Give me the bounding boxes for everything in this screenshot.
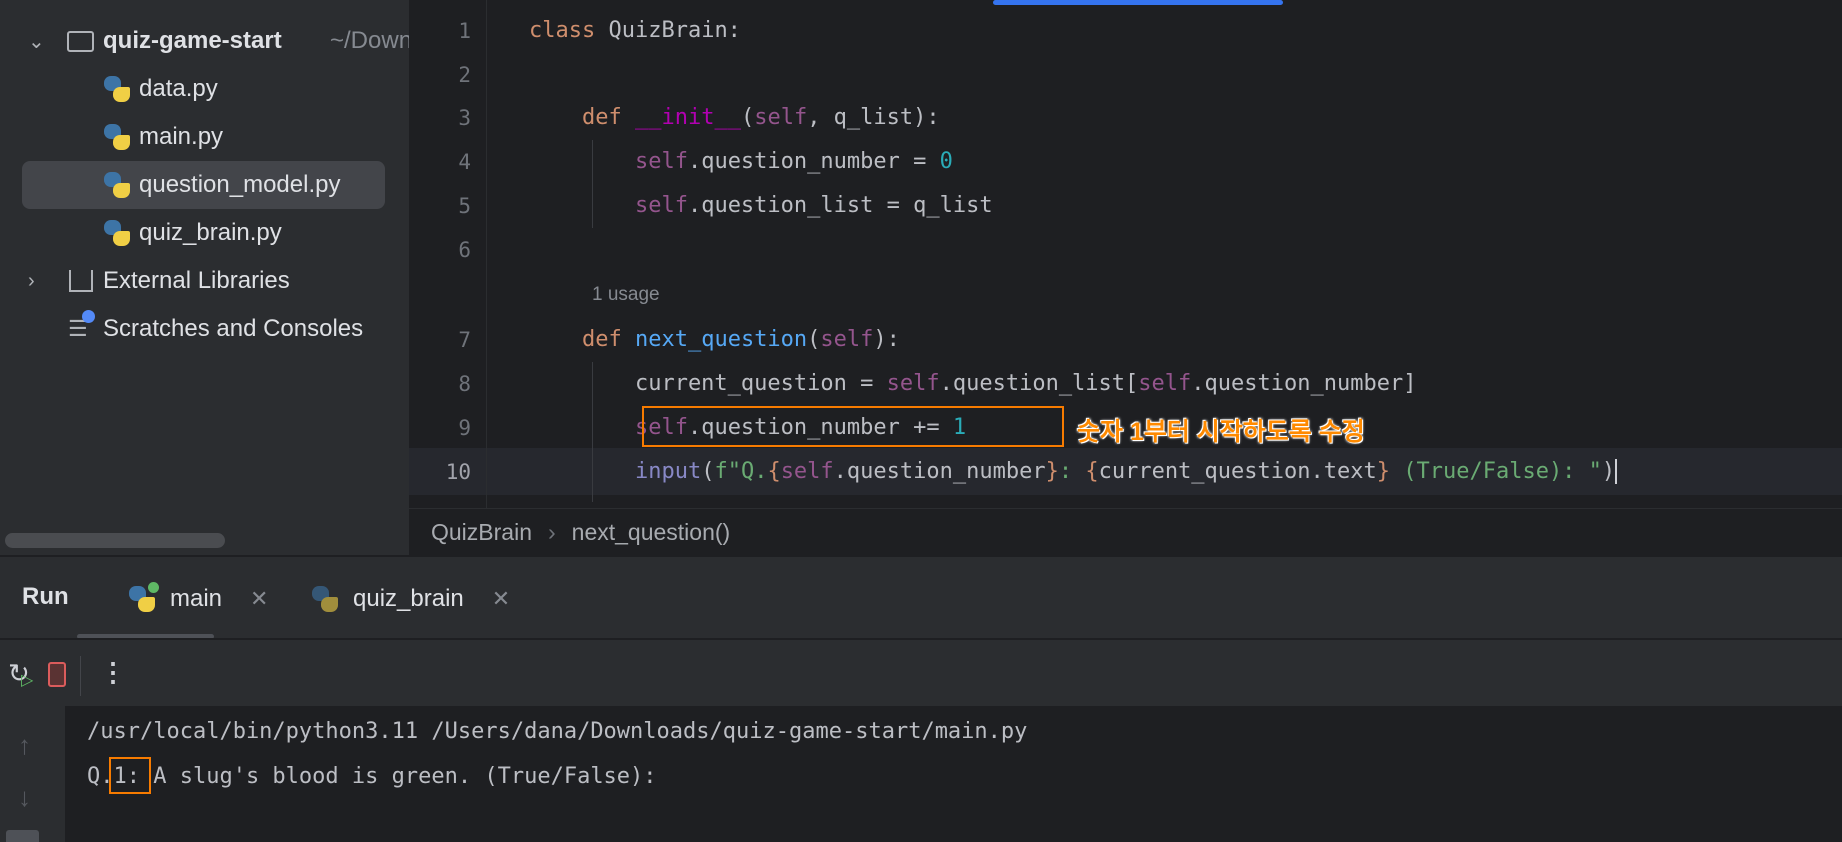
file-name: data.py	[139, 75, 218, 102]
rerun-icon[interactable]: ↻ ▷	[8, 658, 33, 689]
line-number[interactable]: 2	[409, 63, 471, 87]
python-file-icon	[311, 585, 339, 613]
tree-item-file[interactable]: quiz_brain.py	[0, 209, 282, 257]
python-file-icon	[103, 75, 131, 103]
tree-label: Scratches and Consoles	[103, 315, 364, 342]
python-file-icon	[103, 171, 131, 199]
horizontal-scrollbar[interactable]	[5, 533, 225, 548]
highlight-box	[109, 757, 151, 794]
chevron-right-icon: ›	[547, 518, 556, 545]
scroll-up-icon[interactable]: ↑	[18, 730, 31, 761]
console-gutter: ↑ ↓	[0, 706, 65, 842]
code-line-1: class QuizBrain:	[529, 18, 741, 43]
line-number[interactable]: 9	[409, 416, 471, 440]
console-line: /usr/local/bin/python3.11 /Users/dana/Do…	[87, 719, 1028, 744]
breadcrumb-item[interactable]: next_question()	[572, 519, 731, 546]
breadcrumb: QuizBrain › next_question()	[409, 508, 1842, 555]
line-number[interactable]: 4	[409, 150, 471, 174]
scroll-down-icon[interactable]: ↓	[18, 782, 31, 813]
annotation-label: 숫자 1부터 시작하도록 수정	[1077, 418, 1365, 446]
code-line-3: def __init__(self, q_list):	[581, 105, 940, 130]
scratches-icon: ☰	[68, 310, 95, 342]
line-number[interactable]: 3	[409, 106, 471, 130]
code-line-10: input(f"Q.{self.question_number}: {curre…	[634, 459, 1618, 484]
close-icon[interactable]: ✕	[492, 586, 510, 612]
breadcrumb-item[interactable]: QuizBrain	[431, 519, 532, 546]
line-number[interactable]: 1	[409, 19, 471, 43]
line-number[interactable]: 5	[409, 194, 471, 218]
tab-label: main	[170, 585, 223, 612]
line-number[interactable]: 7	[409, 328, 471, 352]
tree-item-file[interactable]: data.py	[0, 65, 218, 113]
code-line-8: current_question = self.question_list[se…	[529, 371, 1417, 396]
run-panel-title: Run	[22, 583, 69, 610]
console-line: Q.1: A slug's blood is green. (True/Fals…	[87, 764, 670, 789]
folder-icon	[67, 30, 94, 52]
python-file-icon	[103, 219, 131, 247]
project-tree: ⌄ quiz-game-start ~/Down data.py main.py…	[0, 0, 413, 555]
file-name: question_model.py	[139, 171, 341, 198]
code-editor[interactable]: 1 2 3 4 5 6 7 8 9 10 class QuizBrain: def __init_…	[409, 0, 1842, 508]
chevron-right-icon[interactable]: ›	[28, 270, 44, 293]
tree-item-file-selected[interactable]: question_model.py	[22, 161, 385, 209]
scroll-indicator	[993, 0, 1283, 5]
stop-icon[interactable]	[48, 662, 66, 687]
tree-item-scratches[interactable]: ☰ Scratches and Consoles	[0, 305, 409, 353]
console-scrollbar[interactable]	[6, 830, 39, 842]
tree-item-file[interactable]: main.py	[0, 113, 223, 161]
console-output[interactable]: /usr/local/bin/python3.11 /Users/dana/Do…	[65, 706, 1842, 842]
run-tab-quiz-brain[interactable]: quiz_brain ✕	[311, 579, 510, 619]
gutter-divider	[486, 0, 487, 508]
line-number[interactable]: 6	[409, 238, 471, 262]
code-line-5: self.question_list = q_list	[634, 193, 993, 218]
usage-hint[interactable]: 1 usage	[592, 284, 660, 306]
project-path: ~/Down	[330, 27, 413, 54]
close-icon[interactable]: ✕	[250, 586, 268, 612]
line-number[interactable]: 8	[409, 372, 471, 396]
tree-label: External Libraries	[103, 267, 290, 294]
code-line-7: def next_question(self):	[581, 327, 900, 352]
tab-label: quiz_brain	[353, 585, 464, 612]
more-options-icon[interactable]: ⋮	[100, 657, 126, 688]
highlight-box	[642, 406, 1064, 447]
chevron-down-icon[interactable]: ⌄	[28, 29, 45, 54]
file-name: main.py	[139, 123, 224, 150]
line-number[interactable]: 10	[409, 460, 471, 484]
python-file-icon	[103, 123, 131, 151]
code-line-4: self.question_number = 0	[634, 149, 953, 174]
library-icon	[69, 270, 93, 292]
file-name: quiz_brain.py	[139, 219, 282, 246]
toolbar-divider	[80, 656, 81, 696]
python-running-icon	[128, 582, 159, 613]
run-tab-main[interactable]: main ✕	[128, 579, 268, 619]
project-name: quiz-game-start	[103, 27, 282, 54]
divider	[0, 638, 1842, 640]
tree-item-external-libraries[interactable]: › External Libraries	[0, 257, 409, 305]
